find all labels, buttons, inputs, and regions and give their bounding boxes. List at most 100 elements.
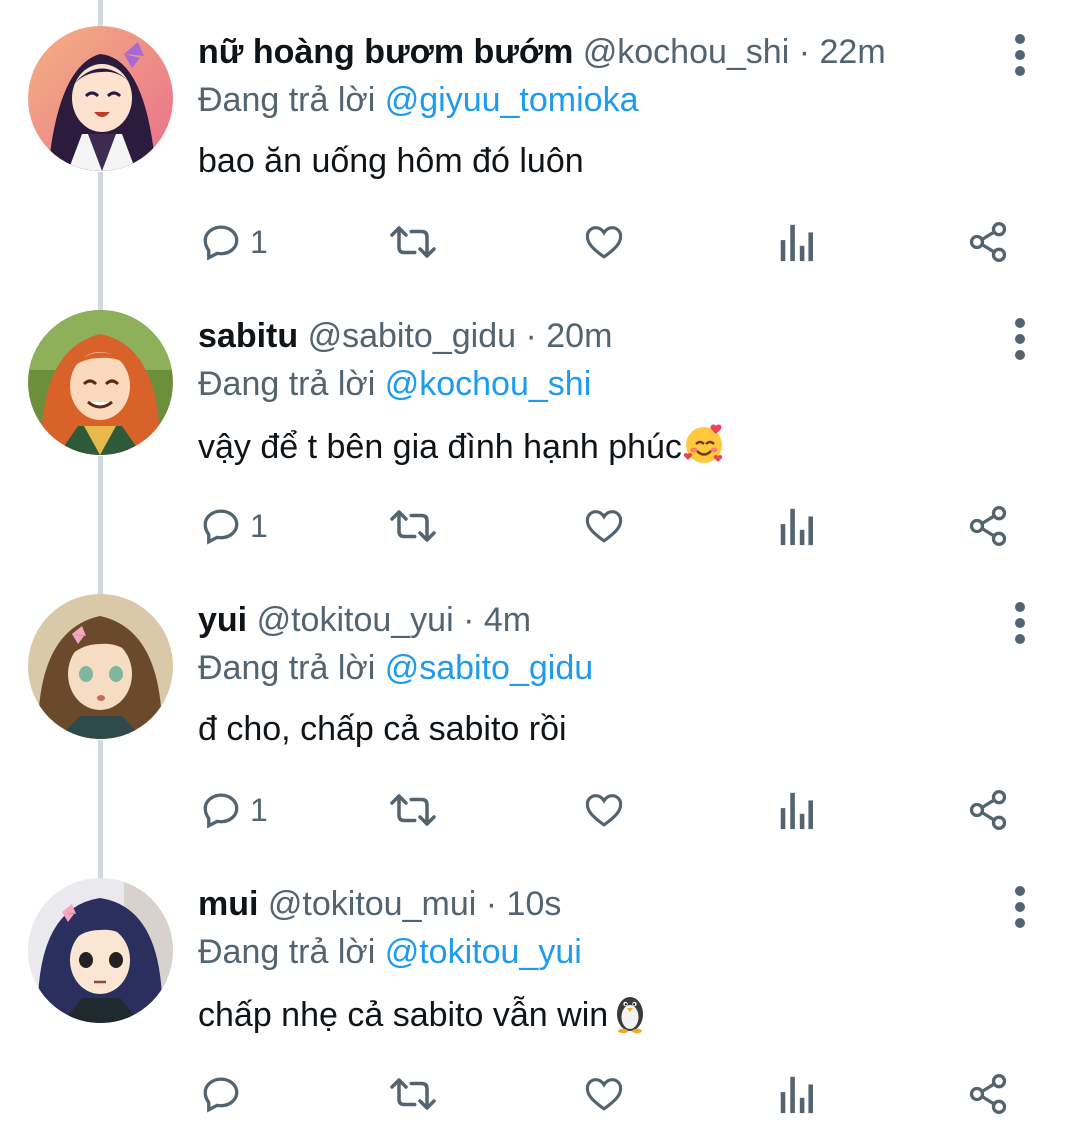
timestamp[interactable]: 4m bbox=[484, 601, 531, 639]
reply-context: Đang trả lời @kochou_shi bbox=[198, 362, 591, 406]
tweet-header: mui @tokitou_mui · 10s bbox=[198, 882, 561, 926]
like-button[interactable] bbox=[582, 786, 626, 834]
retweet-button[interactable] bbox=[388, 218, 438, 266]
retweet-icon bbox=[390, 1078, 436, 1110]
like-button[interactable] bbox=[582, 502, 626, 550]
display-name[interactable]: sabitu bbox=[198, 317, 298, 355]
more-options-button[interactable] bbox=[1000, 598, 1040, 648]
tweet-text: vậy để t bên gia đình hạnh phúc bbox=[198, 422, 726, 470]
reply-mention-link[interactable]: @kochou_shi bbox=[385, 365, 592, 403]
display-name[interactable]: yui bbox=[198, 601, 247, 639]
user-avatar[interactable] bbox=[28, 594, 173, 739]
reply-context: Đang trả lời @tokitou_yui bbox=[198, 930, 582, 974]
reply-prefix: Đang trả lời bbox=[198, 649, 376, 687]
tweet-text: bao ăn uống hôm đó luôn bbox=[198, 138, 584, 184]
heart-icon bbox=[585, 226, 623, 259]
more-options-button[interactable] bbox=[1000, 882, 1040, 932]
analytics-button[interactable] bbox=[776, 1070, 816, 1118]
analytics-icon bbox=[780, 508, 813, 546]
share-icon bbox=[969, 506, 1007, 546]
analytics-button[interactable] bbox=[776, 502, 816, 550]
reply-button[interactable]: 1 bbox=[200, 218, 268, 266]
action-bar: 1 bbox=[0, 758, 1080, 858]
reply-icon bbox=[203, 509, 239, 545]
tweet-text-content: chấp nhẹ cả sabito vẫn win bbox=[198, 996, 609, 1034]
more-vertical-icon bbox=[1015, 886, 1025, 928]
reply-context: Đang trả lời @sabito_gidu bbox=[198, 646, 593, 690]
tweet-text: chấp nhẹ cả sabito vẫn win bbox=[198, 990, 652, 1038]
action-bar bbox=[0, 1042, 1080, 1142]
reply-icon bbox=[203, 1077, 239, 1113]
retweet-button[interactable] bbox=[388, 786, 438, 834]
share-button[interactable] bbox=[966, 786, 1010, 834]
reply-mention-link[interactable]: @giyuu_tomioka bbox=[385, 81, 639, 119]
analytics-icon bbox=[780, 1076, 813, 1114]
user-handle[interactable]: @tokitou_mui bbox=[268, 885, 476, 923]
share-icon bbox=[969, 222, 1007, 262]
separator-dot: · bbox=[525, 317, 537, 355]
reply-icon bbox=[203, 793, 239, 829]
tweet-text: đ cho, chấp cả sabito rồi bbox=[198, 706, 567, 752]
avatar-red-hair-boy-icon bbox=[28, 310, 173, 455]
more-options-button[interactable] bbox=[1000, 30, 1040, 80]
tweet-header: yui @tokitou_yui · 4m bbox=[198, 598, 531, 642]
analytics-button[interactable] bbox=[776, 786, 816, 834]
display-name[interactable]: nữ hoàng bươm bướm bbox=[198, 33, 573, 71]
user-handle[interactable]: @tokitou_yui bbox=[257, 601, 454, 639]
separator-dot: · bbox=[798, 33, 811, 71]
reply-button[interactable] bbox=[200, 1070, 250, 1118]
reply-count: 1 bbox=[250, 223, 268, 260]
like-button[interactable] bbox=[582, 218, 626, 266]
heart-icon bbox=[585, 794, 623, 827]
user-avatar[interactable] bbox=[28, 26, 173, 171]
retweet-icon bbox=[390, 510, 436, 542]
user-avatar[interactable] bbox=[28, 878, 173, 1023]
retweet-icon bbox=[390, 226, 436, 258]
reply-mention-link[interactable]: @sabito_gidu bbox=[385, 649, 593, 687]
timestamp[interactable]: 20m bbox=[546, 317, 612, 355]
separator-dot: · bbox=[485, 885, 498, 923]
tweet[interactable]: sabitu @sabito_gidu · 20m Đang trả lời @… bbox=[0, 284, 1080, 568]
tweet[interactable]: nữ hoàng bươm bướm @kochou_shi · 22m Đan… bbox=[0, 0, 1080, 284]
more-vertical-icon bbox=[1015, 602, 1025, 644]
reply-button[interactable]: 1 bbox=[200, 502, 268, 550]
heart-icon bbox=[585, 1078, 623, 1111]
tweet[interactable]: yui @tokitou_yui · 4m Đang trả lời @sabi… bbox=[0, 568, 1080, 852]
reply-mention-link[interactable]: @tokitou_yui bbox=[385, 933, 582, 971]
share-icon bbox=[969, 1074, 1007, 1114]
more-options-button[interactable] bbox=[1000, 314, 1040, 364]
avatar-butterfly-girl-icon bbox=[28, 26, 173, 171]
analytics-button[interactable] bbox=[776, 218, 816, 266]
like-button[interactable] bbox=[582, 1070, 626, 1118]
avatar-brown-hair-girl-icon bbox=[28, 594, 173, 739]
action-bar: 1 bbox=[0, 190, 1080, 290]
user-avatar[interactable] bbox=[28, 310, 173, 455]
action-bar: 1 bbox=[0, 474, 1080, 574]
reply-count: 1 bbox=[250, 791, 268, 828]
penguin-icon bbox=[608, 990, 652, 1034]
reply-button[interactable]: 1 bbox=[200, 786, 268, 834]
more-vertical-icon bbox=[1015, 34, 1025, 76]
analytics-icon bbox=[780, 224, 813, 262]
retweet-button[interactable] bbox=[388, 502, 438, 550]
more-vertical-icon bbox=[1015, 318, 1025, 360]
timestamp[interactable]: 10s bbox=[507, 885, 562, 923]
tweet[interactable]: mui @tokitou_mui · 10s Đang trả lời @tok… bbox=[0, 852, 1080, 1136]
retweet-button[interactable] bbox=[388, 1070, 438, 1118]
display-name[interactable]: mui bbox=[198, 885, 258, 923]
tweet-header: sabitu @sabito_gidu · 20m bbox=[198, 314, 612, 358]
user-handle[interactable]: @kochou_shi bbox=[583, 33, 790, 71]
tweet-header: nữ hoàng bươm bướm @kochou_shi · 22m bbox=[198, 30, 886, 74]
reply-prefix: Đang trả lời bbox=[198, 933, 376, 971]
share-button[interactable] bbox=[966, 1070, 1010, 1118]
avatar-dark-hair-girl-icon bbox=[28, 878, 173, 1023]
share-button[interactable] bbox=[966, 502, 1010, 550]
reply-icon bbox=[203, 225, 239, 261]
reply-context: Đang trả lời @giyuu_tomioka bbox=[198, 78, 638, 122]
share-icon bbox=[969, 790, 1007, 830]
share-button[interactable] bbox=[966, 218, 1010, 266]
reply-count: 1 bbox=[250, 507, 268, 544]
timestamp[interactable]: 22m bbox=[820, 33, 886, 71]
user-handle[interactable]: @sabito_gidu bbox=[308, 317, 516, 355]
separator-dot: · bbox=[463, 601, 475, 639]
